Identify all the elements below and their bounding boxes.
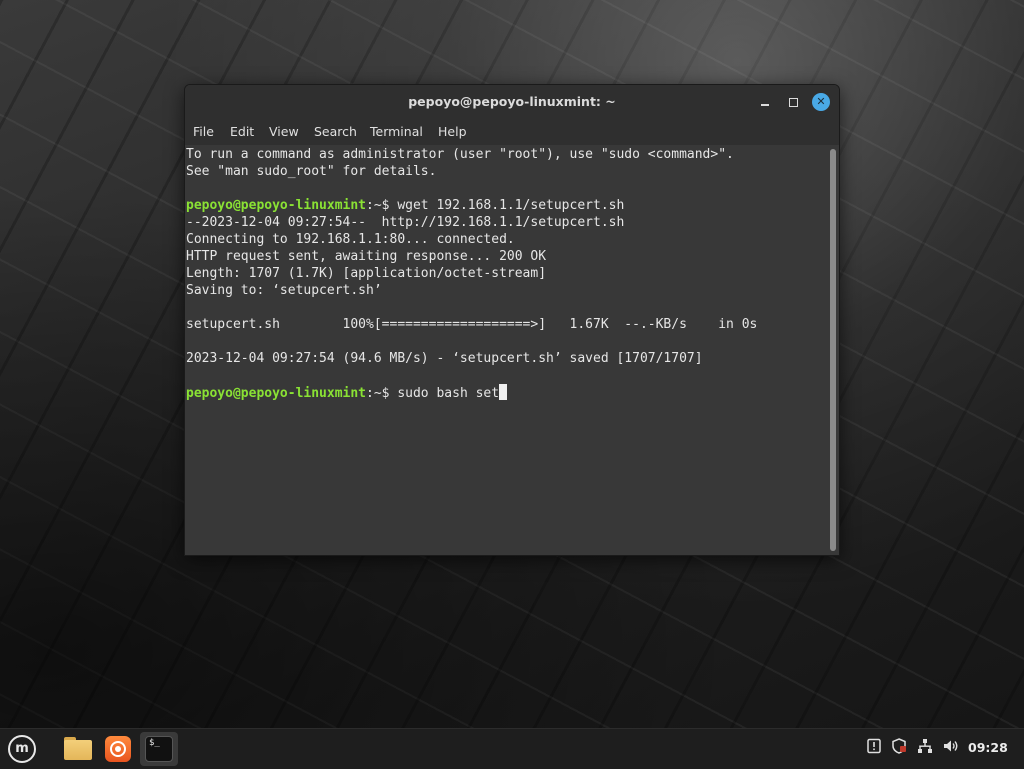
folder-icon <box>64 740 92 760</box>
terminal-line: setupcert.sh 100%[===================>] … <box>186 317 758 332</box>
prompt-separator: :~$ <box>366 386 390 401</box>
maximize-icon <box>789 98 798 107</box>
menu-file[interactable]: File <box>193 124 214 139</box>
terminal-prompt-line: pepoyo@pepoyo-linuxmint:~$ wget 192.168.… <box>186 197 624 214</box>
terminal-window[interactable]: pepoyo@pepoyo-linuxmint: ~ ✕ File Edit V… <box>184 84 840 556</box>
terminal-icon: $_ <box>145 736 173 762</box>
terminal-line: 2023-12-04 09:27:54 (94.6 MB/s) - ‘setup… <box>186 351 703 366</box>
terminal-output[interactable]: To run a command as administrator (user … <box>185 145 829 555</box>
terminal-line: --2023-12-04 09:27:54-- http://192.168.1… <box>186 215 625 230</box>
scrollbar[interactable] <box>830 149 836 551</box>
maximize-button[interactable] <box>784 93 802 111</box>
prompt-user: pepoyo@pepoyo-linuxmint <box>186 198 367 213</box>
firefox-launcher[interactable] <box>100 732 136 766</box>
menu-view[interactable]: View <box>269 124 299 139</box>
close-icon: ✕ <box>816 95 826 108</box>
minimize-icon <box>761 104 769 106</box>
terminal-line: See "man sudo_root" for details. <box>186 164 437 179</box>
command-text: wget 192.168.1.1/setupcert.sh <box>389 198 625 213</box>
menu-terminal[interactable]: Terminal <box>370 124 423 139</box>
linux-mint-logo-icon: m <box>8 735 36 763</box>
minimize-button[interactable] <box>756 93 774 111</box>
prompt-separator: :~$ <box>366 198 390 213</box>
update-manager-icon[interactable] <box>864 738 884 758</box>
close-button[interactable]: ✕ <box>812 93 830 111</box>
prompt-user: pepoyo@pepoyo-linuxmint <box>186 386 367 401</box>
network-icon-svg <box>918 739 932 753</box>
network-icon[interactable] <box>915 738 935 758</box>
terminal-line: Saving to: ‘setupcert.sh’ <box>186 283 382 298</box>
title-bar[interactable]: pepoyo@pepoyo-linuxmint: ~ ✕ <box>185 85 839 119</box>
menu-button[interactable]: m <box>4 732 40 766</box>
terminal-line: To run a command as administrator (user … <box>186 147 734 162</box>
shield-icon-svg <box>892 738 906 754</box>
terminal-line: Length: 1707 (1.7K) [application/octet-s… <box>186 266 547 281</box>
menu-edit[interactable]: Edit <box>230 124 254 139</box>
command-input[interactable]: sudo bash set <box>390 386 499 401</box>
volume-icon-svg <box>944 740 958 752</box>
menu-search[interactable]: Search <box>314 124 357 139</box>
menu-bar: File Edit View Search Terminal Help <box>185 119 839 145</box>
clock[interactable]: 09:28 <box>968 739 1008 757</box>
update-manager-icon-svg <box>867 738 881 754</box>
text-cursor <box>499 384 508 400</box>
shield-icon[interactable] <box>889 738 909 758</box>
files-launcher[interactable] <box>60 732 96 766</box>
terminal-line: Connecting to 192.168.1.1:80... connecte… <box>186 232 515 247</box>
menu-help[interactable]: Help <box>438 124 467 139</box>
terminal-task-button[interactable]: $_ <box>140 732 178 766</box>
scrollbar-thumb[interactable] <box>830 149 836 551</box>
volume-icon[interactable] <box>941 738 961 758</box>
firefox-icon-dot <box>114 745 121 752</box>
window-title: pepoyo@pepoyo-linuxmint: ~ <box>408 94 616 109</box>
terminal-prompt-line: pepoyo@pepoyo-linuxmint:~$ sudo bash set <box>186 384 508 401</box>
terminal-line: HTTP request sent, awaiting response... … <box>186 249 547 264</box>
